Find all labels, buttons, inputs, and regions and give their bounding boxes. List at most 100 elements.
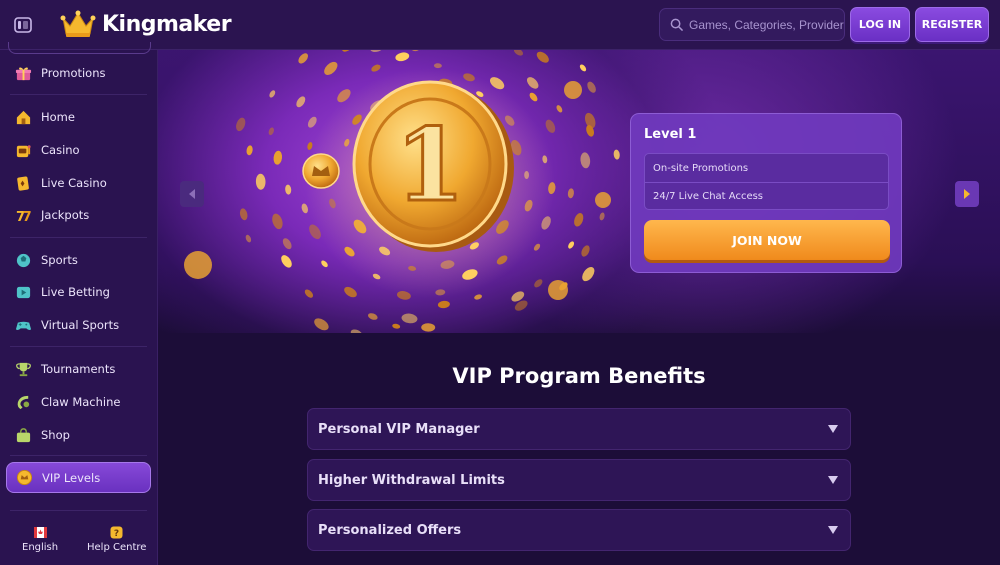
small-coin	[613, 149, 620, 160]
small-coin	[367, 313, 378, 320]
small-coin	[433, 63, 442, 69]
sidebar-item-tournaments[interactable]: Tournaments	[6, 355, 151, 383]
sidebar-item-live-betting[interactable]: Live Betting	[6, 278, 151, 306]
level-card: Level 1 On-site Promotions 24/7 Live Cha…	[630, 113, 902, 273]
small-coin	[574, 213, 584, 227]
help-centre-link[interactable]: ? Help Centre	[87, 526, 146, 553]
sports-icon	[16, 253, 31, 267]
small-coin	[548, 280, 568, 300]
small-coin	[545, 119, 556, 133]
small-coin	[401, 313, 418, 324]
small-coin	[296, 96, 306, 108]
small-coin	[392, 323, 401, 329]
small-coin	[579, 64, 587, 72]
brand-logo[interactable]: Kingmaker	[60, 9, 232, 39]
vip-coin-icon	[16, 469, 33, 486]
language-label: English	[22, 542, 59, 553]
language-selector[interactable]: English	[22, 526, 58, 553]
small-coin	[513, 50, 524, 56]
small-coin	[599, 212, 605, 221]
gift-icon	[15, 67, 32, 80]
sidebar-item-label: Promotions	[41, 66, 106, 80]
accordion-label: Personalized Offers	[318, 522, 462, 538]
sidebar-item-sports[interactable]: Sports	[6, 246, 151, 274]
carousel-next-button[interactable]	[955, 181, 979, 207]
small-coin	[285, 184, 292, 195]
sidebar-item-vip-levels[interactable]: VIP Levels	[6, 462, 151, 493]
sidebar-item-label: Jackpots	[41, 208, 90, 222]
small-coin	[536, 51, 549, 63]
small-coin	[344, 286, 357, 298]
sidebar-toggle-icon[interactable]	[14, 16, 32, 34]
svg-text:7: 7	[23, 210, 32, 224]
sidebar-item-live-casino[interactable]: Live Casino	[6, 169, 151, 197]
sidebar-item-label: Claw Machine	[41, 395, 121, 409]
search-box[interactable]	[659, 8, 845, 41]
chevron-left-icon	[189, 189, 195, 199]
coin-number: 1	[395, 106, 465, 224]
sidebar-item-label: Live Casino	[41, 176, 107, 190]
small-coin	[421, 323, 436, 332]
sidebar-item-home[interactable]: Home	[6, 103, 151, 131]
small-coin	[411, 50, 420, 52]
chevron-right-icon	[964, 189, 970, 199]
small-coin	[272, 213, 283, 230]
perk-item: On-site Promotions	[653, 162, 749, 174]
sidebar-item-label: Live Betting	[41, 285, 110, 299]
join-now-button[interactable]: JOIN NOW	[644, 220, 890, 260]
small-coin	[564, 81, 582, 99]
sidebar-item-label: Virtual Sports	[41, 318, 120, 332]
login-button[interactable]: LOG IN	[850, 7, 910, 42]
sidebar-item-promotions[interactable]: Promotions	[6, 59, 151, 87]
sidebar-item-virtual-sports[interactable]: Virtual Sports	[6, 311, 151, 339]
small-coin	[298, 53, 308, 64]
small-coin	[281, 255, 292, 268]
vip-hero-banner: 1 Level 1 On-site Promotions 24/7 Live C…	[158, 50, 1000, 333]
small-coin	[595, 192, 611, 208]
gamepad-icon	[15, 321, 32, 330]
small-coin	[268, 127, 274, 136]
small-coin	[581, 245, 590, 257]
benefit-accordion-personal-vip-manager[interactable]: Personal VIP Manager	[307, 408, 851, 450]
small-coin	[350, 329, 363, 333]
sidebar-item-label: VIP Levels	[42, 470, 101, 485]
small-coin	[437, 300, 450, 309]
search-input[interactable]	[689, 17, 844, 32]
sidebar-item-jackpots[interactable]: 7 7 Jackpots	[6, 201, 151, 229]
small-coin	[371, 64, 381, 72]
shop-icon	[16, 427, 31, 442]
sidebar-item-label: Casino	[41, 143, 80, 157]
divider	[10, 94, 147, 95]
small-coin	[584, 112, 596, 129]
small-coin	[304, 289, 314, 298]
small-coin	[324, 61, 338, 75]
benefits-title: VIP Program Benefits	[452, 364, 706, 388]
small-coin	[529, 92, 538, 102]
small-coin	[282, 238, 292, 250]
register-button[interactable]: REGISTER	[915, 7, 989, 42]
chevron-down-icon	[828, 526, 838, 534]
small-coin	[245, 234, 252, 243]
help-icon: ?	[110, 526, 123, 539]
accordion-label: Higher Withdrawal Limits	[318, 472, 505, 488]
small-coin	[184, 251, 212, 279]
perk-list: On-site Promotions 24/7 Live Chat Access	[644, 153, 889, 210]
sidebar-item-shop[interactable]: Shop	[6, 421, 151, 449]
sidebar-item-casino[interactable]: Casino	[6, 136, 151, 164]
small-coin	[273, 150, 283, 165]
live-casino-icon	[17, 176, 29, 191]
benefit-accordion-personalized-offers[interactable]: Personalized Offers	[307, 509, 851, 551]
search-icon	[670, 18, 683, 31]
small-coin	[526, 77, 539, 89]
small-coin	[567, 188, 574, 199]
benefit-accordion-higher-withdrawal-limits[interactable]: Higher Withdrawal Limits	[307, 459, 851, 501]
small-coin	[307, 116, 317, 128]
carousel-prev-button[interactable]	[180, 181, 204, 207]
help-centre-label: Help Centre	[87, 542, 147, 553]
perk-item: 24/7 Live Chat Access	[645, 182, 888, 210]
level-title: Level 1	[644, 127, 697, 142]
small-coin	[269, 90, 276, 98]
sidebar-top-button-edge[interactable]	[8, 42, 151, 54]
chevron-down-icon	[828, 425, 838, 433]
sidebar-item-claw-machine[interactable]: Claw Machine	[6, 388, 151, 416]
